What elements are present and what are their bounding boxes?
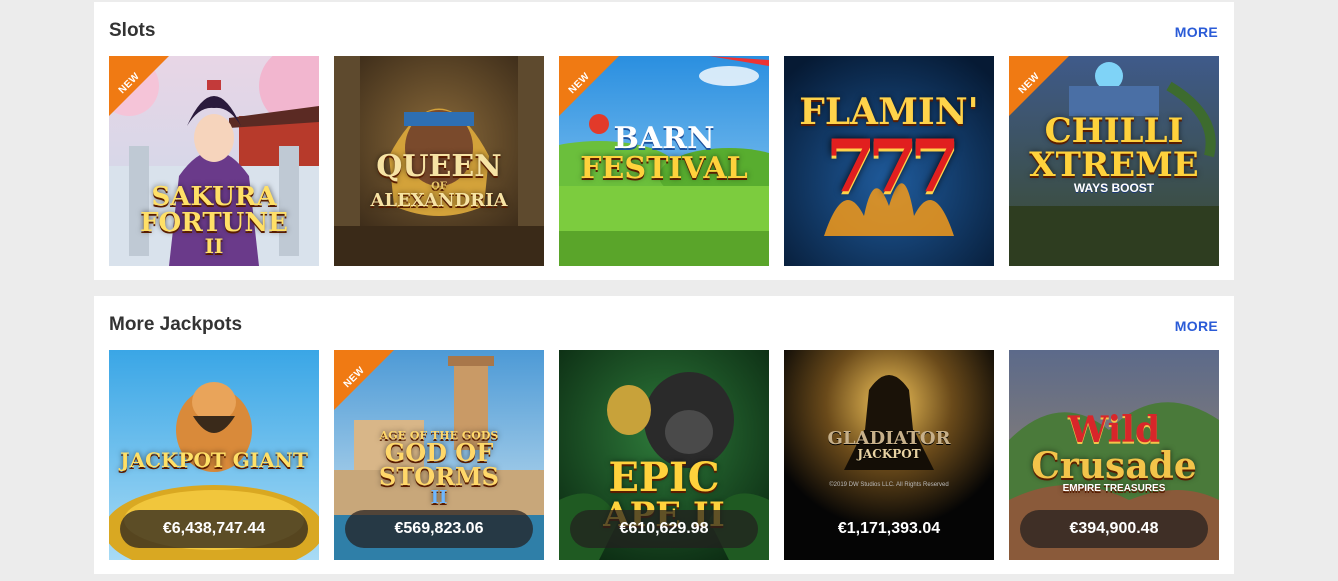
game-tile-epic-ape-ii[interactable]: EPIC APE II €610,629.98 [559,350,769,560]
game-logo-text: GLADIATOR JACKPOT [827,428,951,461]
section-title-more-jackpots: More Jackpots [109,314,243,335]
jackpot-amount: €6,438,747.44 [120,510,308,548]
new-badge: NEW [1009,56,1089,136]
new-badge: NEW [559,56,639,136]
jackpot-amount: €394,900.48 [1020,510,1208,548]
more-link-jackpots[interactable]: MORE [1175,318,1218,334]
game-logo-text: QUEEN OF ALEXANDRIA [370,149,508,211]
game-logo-text: AGE OF THE GODS GOD OF STORMS II [379,429,499,508]
jackpot-amount: €610,629.98 [570,510,758,548]
slots-tile-row: SAKURA FORTUNE II NEW QUEEN OF ALEXANDRI… [109,56,1219,266]
jackpot-amount: €1,171,393.04 [837,520,941,537]
game-logo-text: JACKPOT GIANT [120,448,308,472]
slots-section: Slots MORE SAKURA FORTUNE II NEW QUEEN O… [94,2,1234,280]
game-tile-flamin-7[interactable]: FLAMIN' 777 [784,56,994,266]
game-tile-sakura-fortune-ii[interactable]: SAKURA FORTUNE II NEW [109,56,319,266]
copyright-text: ©2019 DW Studios LLC. All Rights Reserve… [829,482,949,488]
game-logo-text: Wild Crusade EMPIRE TREASURES [1031,409,1197,494]
more-link-slots[interactable]: MORE [1175,24,1218,40]
jackpots-tile-row: JACKPOT GIANT €6,438,747.44 AGE OF THE G… [109,350,1219,560]
game-logo-text: FLAMIN' 777 [799,91,979,208]
game-tile-queen-of-alexandria[interactable]: QUEEN OF ALEXANDRIA [334,56,544,266]
new-badge: NEW [109,56,189,136]
game-logo-text: SAKURA FORTUNE II [140,182,288,258]
jackpot-amount: €569,823.06 [345,510,533,548]
game-tile-jackpot-giant[interactable]: JACKPOT GIANT €6,438,747.44 [109,350,319,560]
new-badge: NEW [334,350,414,430]
game-tile-wild-crusade[interactable]: Wild Crusade EMPIRE TREASURES €394,900.4… [1009,350,1219,560]
game-tile-barn-festival[interactable]: BARN FESTIVAL NEW [559,56,769,266]
game-tile-chilli-xtreme[interactable]: CHILLI XTREME WAYS BOOST NEW [1009,56,1219,266]
game-tile-god-of-storms-ii[interactable]: AGE OF THE GODS GOD OF STORMS II NEW €56… [334,350,544,560]
more-jackpots-section: More Jackpots MORE JACKPOT GIANT €6,438,… [94,296,1234,574]
section-title-slots: Slots [109,20,156,41]
game-tile-gladiator-jackpot[interactable]: GLADIATOR JACKPOT ©2019 DW Studios LLC. … [784,350,994,560]
